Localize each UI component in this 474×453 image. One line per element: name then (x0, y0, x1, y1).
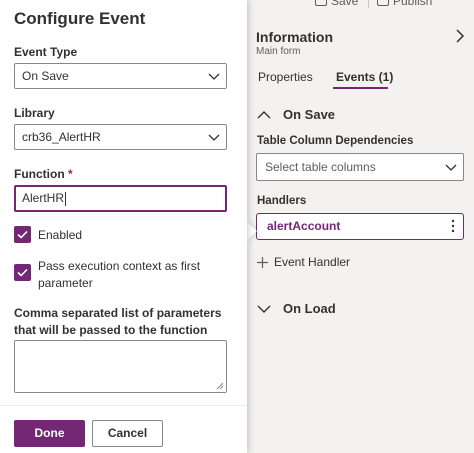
done-button[interactable]: Done (14, 420, 85, 447)
save-command[interactable]: Save (315, 0, 358, 8)
configure-event-dialog: Configure Event Event Type On Save Libra… (0, 0, 247, 453)
add-event-handler-button[interactable]: Event Handler (257, 255, 350, 269)
chevron-up-icon (257, 110, 271, 118)
on-load-section-header[interactable]: On Load (257, 301, 336, 316)
collapse-panel-chevron-icon[interactable] (452, 28, 468, 44)
function-input[interactable]: AlertHR (14, 185, 227, 212)
chevron-down-icon (257, 305, 271, 313)
on-load-label: On Load (283, 301, 336, 316)
panel-title: Information (256, 29, 333, 45)
function-input-value: AlertHR (22, 191, 65, 205)
event-type-label: Event Type (14, 45, 78, 59)
chevron-down-icon (208, 134, 220, 141)
chevron-down-icon (445, 164, 457, 171)
toolbar-divider (368, 0, 369, 8)
checkmark-icon (17, 230, 28, 239)
enabled-checkbox[interactable] (14, 226, 31, 243)
parameters-label: Comma separated list of parameters that … (14, 306, 222, 337)
publish-label: Publish (393, 0, 433, 8)
dialog-title: Configure Event (14, 9, 146, 28)
more-options-icon[interactable] (451, 219, 455, 233)
handler-name: alertAccount (267, 219, 341, 233)
save-icon (315, 0, 327, 6)
library-dropdown[interactable]: crb36_AlertHR (14, 124, 227, 150)
table-column-dependencies-label: Table Column Dependencies (257, 135, 414, 147)
parameters-textarea[interactable] (14, 340, 227, 393)
handler-list-item[interactable]: alertAccount (256, 213, 464, 240)
table-columns-select[interactable]: Select table columns (256, 153, 464, 181)
publish-icon (377, 0, 389, 6)
tab-events[interactable]: Events (1) (336, 70, 393, 84)
enabled-label[interactable]: Enabled (38, 228, 82, 242)
plus-icon (257, 256, 268, 268)
footer-divider (0, 405, 247, 406)
add-event-handler-label: Event Handler (274, 255, 351, 269)
event-type-value: On Save (22, 69, 69, 83)
handlers-label: Handlers (257, 195, 307, 207)
library-value: crb36_AlertHR (22, 130, 101, 144)
checkmark-icon (17, 268, 28, 277)
function-label: Function * (14, 167, 73, 181)
pass-execution-context-checkbox[interactable] (14, 264, 31, 281)
chevron-down-icon (208, 73, 220, 80)
event-type-dropdown[interactable]: On Save (14, 63, 227, 89)
save-label: Save (331, 0, 359, 8)
table-columns-placeholder: Select table columns (265, 160, 376, 174)
publish-command[interactable]: Publish (377, 0, 432, 8)
pass-execution-context-label[interactable]: Pass execution context as first paramete… (38, 258, 218, 292)
text-caret (65, 191, 67, 206)
on-save-section-header[interactable]: On Save (257, 107, 335, 122)
tab-properties[interactable]: Properties (258, 70, 313, 84)
cancel-button[interactable]: Cancel (92, 420, 163, 447)
panel-subtitle: Main form (256, 46, 301, 57)
form-properties-panel: Save Publish Information Main form Prope… (247, 0, 474, 453)
selected-tab-indicator (333, 87, 388, 89)
function-label-text: Function (14, 167, 65, 181)
resize-grip-icon[interactable] (216, 382, 224, 390)
on-save-label: On Save (283, 107, 336, 122)
required-mark: * (68, 167, 73, 181)
library-label: Library (14, 106, 55, 120)
